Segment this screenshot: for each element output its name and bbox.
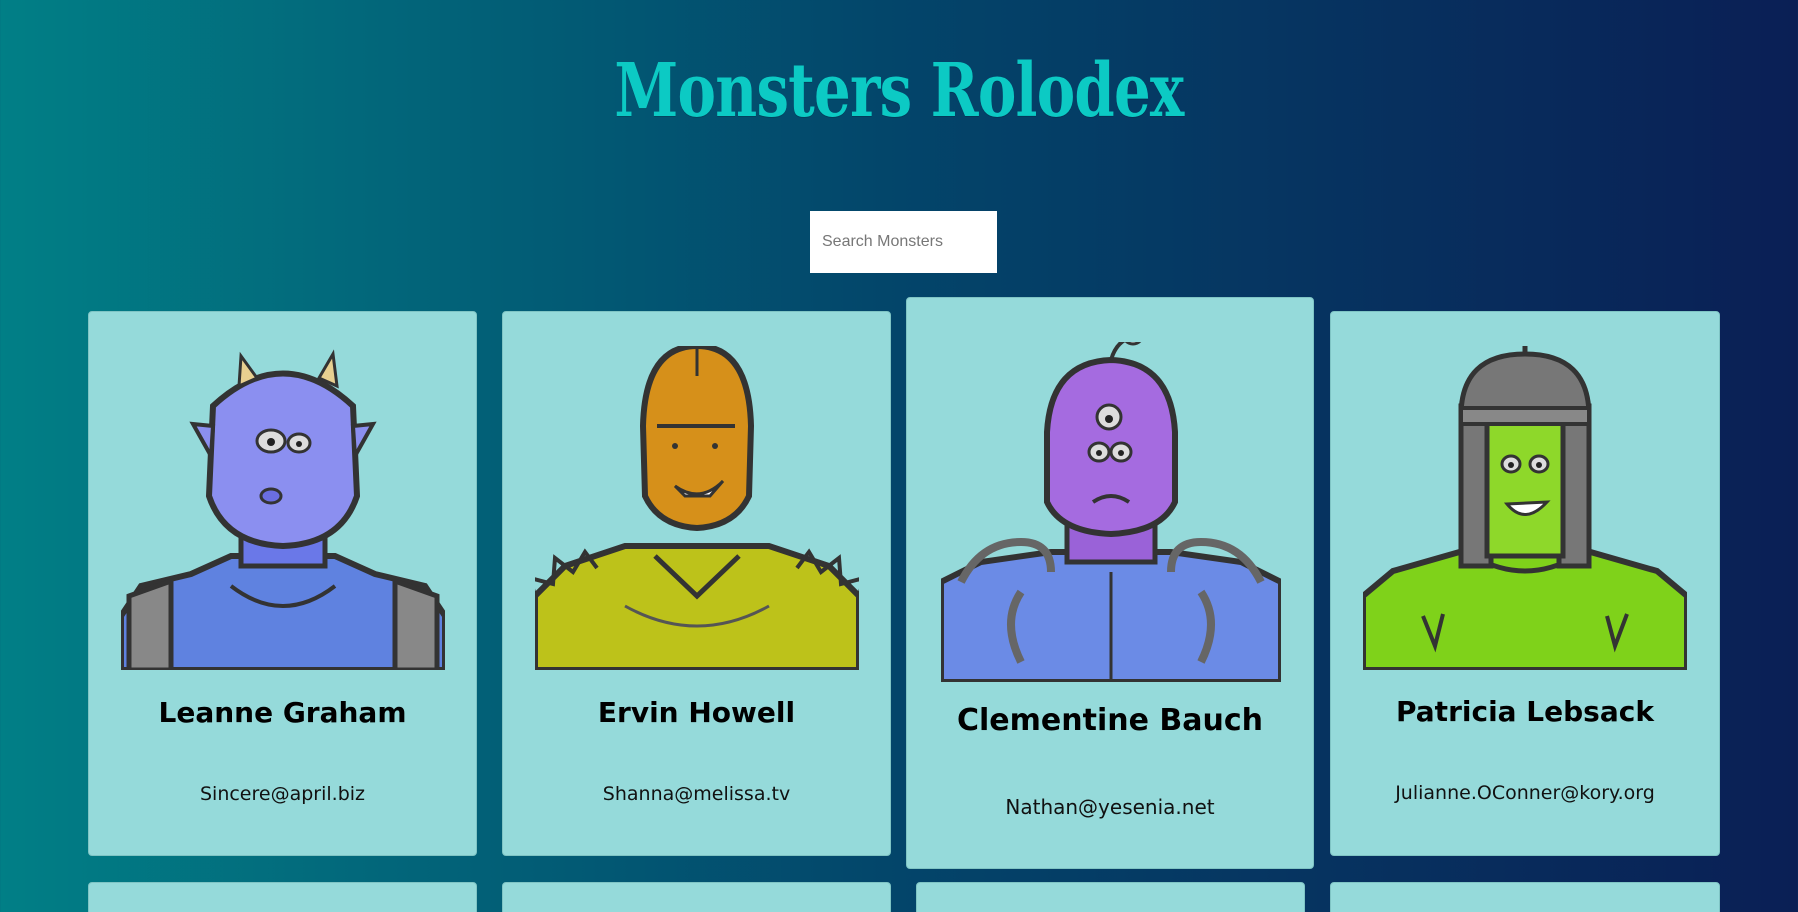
monster-email: Nathan@yesenia.net [1005,795,1215,819]
monster-email: Julianne.OConner@kory.org [1395,782,1655,804]
monster-card[interactable]: Patricia Lebsack Julianne.OConner@kory.o… [1330,311,1720,856]
monster-card[interactable]: Ervin Howell Shanna@melissa.tv [502,311,891,856]
monster-name: Clementine Bauch [957,703,1263,738]
monster-name: Leanne Graham [158,696,407,729]
helmet-monster-avatar-icon [1363,346,1687,670]
monster-email: Sincere@april.biz [199,783,366,805]
horned-monster-avatar-icon [121,349,445,670]
monster-card[interactable] [88,882,477,912]
monster-card[interactable]: Leanne Graham Sincere@april.biz [88,311,477,856]
monster-card[interactable]: Clementine Bauch Nathan@yesenia.net [906,297,1314,869]
monster-name: Patricia Lebsack [1396,695,1654,728]
search-input[interactable] [810,211,997,273]
spiky-monster-avatar-icon [535,346,859,670]
monster-card[interactable] [1330,882,1720,912]
three-eyed-monster-avatar-icon [941,342,1281,682]
monster-card[interactable] [502,882,891,912]
monster-name: Ervin Howell [597,696,796,729]
monster-card[interactable] [916,882,1305,912]
page-title: Monsters Rolodex [614,48,1184,134]
monster-email: Shanna@melissa.tv [602,783,791,805]
